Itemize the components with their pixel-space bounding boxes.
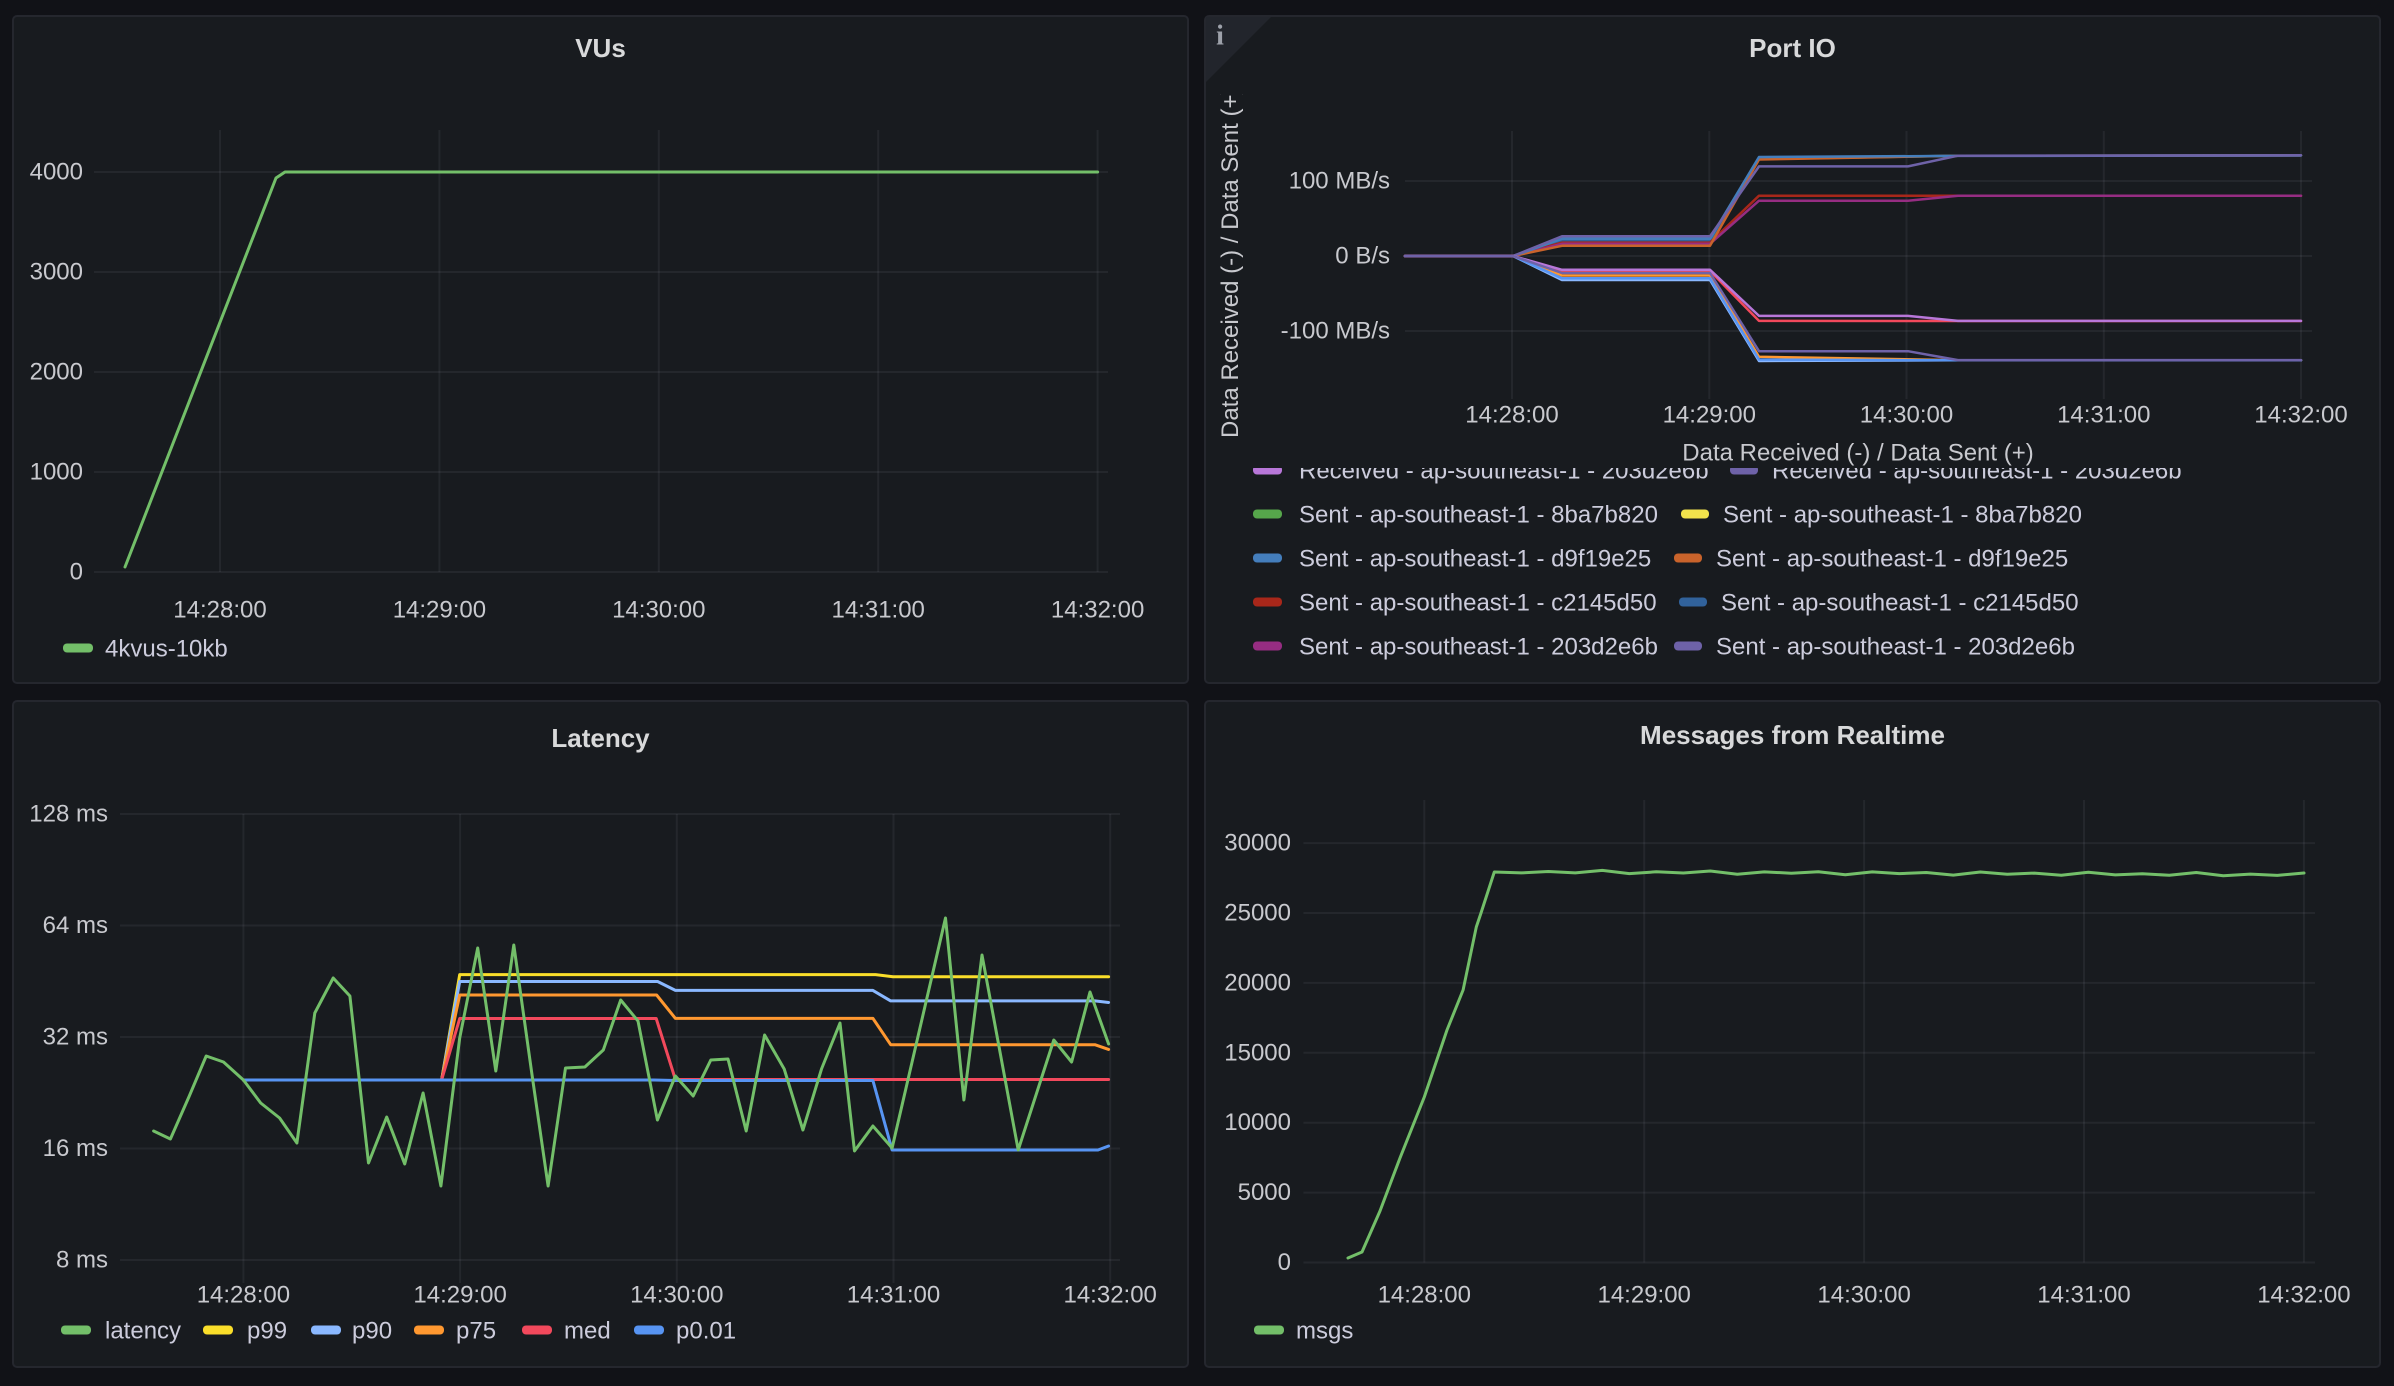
svg-text:14:29:00: 14:29:00 <box>393 597 486 624</box>
svg-text:Sent - ap-southeast-1 - 8ba7b8: Sent - ap-southeast-1 - 8ba7b820 <box>1723 502 2082 529</box>
svg-text:100 MB/s: 100 MB/s <box>1289 168 1390 195</box>
svg-text:0: 0 <box>70 559 83 586</box>
svg-text:Sent - ap-southeast-1 - d9f19e: Sent - ap-southeast-1 - d9f19e25 <box>1716 546 2068 573</box>
svg-text:14:30:00: 14:30:00 <box>1860 402 1953 429</box>
svg-text:14:32:00: 14:32:00 <box>2257 1282 2350 1309</box>
svg-text:p75: p75 <box>456 1318 496 1345</box>
svg-text:14:28:00: 14:28:00 <box>1378 1282 1471 1309</box>
svg-text:64 ms: 64 ms <box>43 912 108 939</box>
svg-text:VUs: VUs <box>575 33 626 63</box>
svg-text:10000: 10000 <box>1224 1109 1291 1136</box>
svg-text:i: i <box>1216 21 1224 52</box>
svg-text:Sent - ap-southeast-1 - c2145d: Sent - ap-southeast-1 - c2145d50 <box>1299 590 1657 617</box>
svg-text:Sent - ap-southeast-1 - d9f19e: Sent - ap-southeast-1 - d9f19e25 <box>1299 546 1651 573</box>
svg-text:Sent - ap-southeast-1 - 203d2e: Sent - ap-southeast-1 - 203d2e6b <box>1299 634 1658 661</box>
svg-text:14:32:00: 14:32:00 <box>1051 597 1144 624</box>
svg-text:0 B/s: 0 B/s <box>1335 243 1390 270</box>
svg-text:16 ms: 16 ms <box>43 1135 108 1162</box>
svg-text:14:28:00: 14:28:00 <box>173 597 266 624</box>
svg-text:-100 MB/s: -100 MB/s <box>1281 318 1390 345</box>
svg-text:latency: latency <box>105 1318 181 1345</box>
svg-text:Sent - ap-southeast-1 - 8ba7b8: Sent - ap-southeast-1 - 8ba7b820 <box>1299 502 1658 529</box>
svg-text:Sent - ap-southeast-1 - c2145d: Sent - ap-southeast-1 - c2145d50 <box>1721 590 2079 617</box>
svg-text:32 ms: 32 ms <box>43 1024 108 1051</box>
svg-text:14:30:00: 14:30:00 <box>612 597 705 624</box>
svg-text:Messages from Realtime: Messages from Realtime <box>1640 720 1945 750</box>
svg-text:128 ms: 128 ms <box>29 801 108 828</box>
svg-text:14:32:00: 14:32:00 <box>1063 1282 1156 1309</box>
svg-text:Data Received (-) / Data Sent: Data Received (-) / Data Sent (+) <box>1682 440 2033 467</box>
svg-text:14:32:00: 14:32:00 <box>2254 402 2347 429</box>
svg-text:14:29:00: 14:29:00 <box>413 1282 506 1309</box>
svg-text:3000: 3000 <box>30 259 83 286</box>
svg-text:14:29:00: 14:29:00 <box>1663 402 1756 429</box>
svg-text:Data Received (-) / Data Sent: Data Received (-) / Data Sent (+) <box>1217 87 1244 438</box>
svg-text:Latency: Latency <box>551 723 650 753</box>
svg-text:15000: 15000 <box>1224 1039 1291 1066</box>
svg-text:med: med <box>564 1318 611 1345</box>
svg-text:4000: 4000 <box>30 159 83 186</box>
svg-text:5000: 5000 <box>1238 1179 1291 1206</box>
svg-text:Port IO: Port IO <box>1749 33 1836 63</box>
svg-text:msgs: msgs <box>1296 1318 1353 1345</box>
svg-text:1000: 1000 <box>30 459 83 486</box>
svg-text:0: 0 <box>1278 1249 1291 1276</box>
svg-text:2000: 2000 <box>30 359 83 386</box>
svg-text:p90: p90 <box>352 1318 392 1345</box>
svg-text:p99: p99 <box>247 1318 287 1345</box>
svg-text:14:31:00: 14:31:00 <box>847 1282 940 1309</box>
svg-text:14:31:00: 14:31:00 <box>831 597 924 624</box>
svg-text:14:28:00: 14:28:00 <box>197 1282 290 1309</box>
svg-text:14:30:00: 14:30:00 <box>630 1282 723 1309</box>
svg-text:Sent - ap-southeast-1 - 203d2e: Sent - ap-southeast-1 - 203d2e6b <box>1716 634 2075 661</box>
svg-text:14:28:00: 14:28:00 <box>1465 402 1558 429</box>
svg-text:14:29:00: 14:29:00 <box>1597 1282 1690 1309</box>
svg-text:30000: 30000 <box>1224 830 1291 857</box>
svg-text:20000: 20000 <box>1224 969 1291 996</box>
svg-text:4kvus-10kb: 4kvus-10kb <box>105 636 228 663</box>
svg-text:14:30:00: 14:30:00 <box>1817 1282 1910 1309</box>
svg-text:14:31:00: 14:31:00 <box>2057 402 2150 429</box>
svg-text:p0.01: p0.01 <box>676 1318 736 1345</box>
svg-text:14:31:00: 14:31:00 <box>2037 1282 2130 1309</box>
svg-text:25000: 25000 <box>1224 900 1291 927</box>
svg-text:8 ms: 8 ms <box>56 1247 108 1274</box>
